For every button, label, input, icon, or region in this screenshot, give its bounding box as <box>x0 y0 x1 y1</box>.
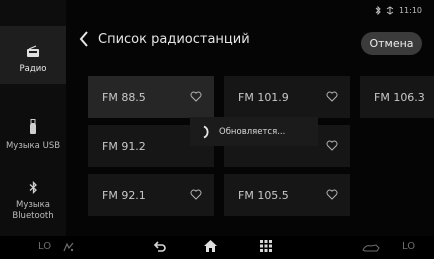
status-bar: 11:10 <box>375 6 422 15</box>
station-frequency: FM 88.5 <box>102 90 146 104</box>
usb-icon <box>30 119 36 134</box>
radio-icon <box>27 45 39 57</box>
heart-icon[interactable] <box>326 140 338 151</box>
temp-left-label[interactable]: LO <box>38 241 51 252</box>
radio-list-screen: 11:10 Радио Музыка USB Музыка Bluetooth <box>0 0 434 259</box>
back-chevron-icon[interactable] <box>78 30 90 48</box>
station-frequency: FM 106.3 <box>374 90 425 104</box>
station-tile-92-1[interactable]: FM 92.1 <box>88 174 214 216</box>
seat-heat-icon[interactable] <box>362 242 380 252</box>
bluetooth-icon <box>375 6 381 15</box>
home-icon[interactable] <box>203 239 218 253</box>
station-frequency: FM 91.2 <box>102 139 146 153</box>
bottom-bar: LO LO <box>0 236 434 259</box>
sidebar-item-bluetooth[interactable]: Музыка Bluetooth <box>0 178 66 222</box>
temp-right-label[interactable]: LO <box>402 241 415 252</box>
bluetooth-icon <box>29 181 37 194</box>
station-frequency: FM 92.1 <box>102 188 146 202</box>
sidebar-item-label: Музыка Bluetooth <box>12 200 54 221</box>
sidebar-item-usb[interactable]: Музыка USB <box>0 108 66 152</box>
page-title: Список радиостанций <box>98 32 250 47</box>
sidebar: Радио Музыка USB Музыка Bluetooth <box>0 0 66 236</box>
station-tile-101-9[interactable]: FM 101.9 <box>224 76 350 118</box>
loading-spinner-icon <box>203 125 209 138</box>
station-frequency: FM 105.5 <box>238 188 289 202</box>
cancel-button[interactable]: Отмена <box>361 32 422 55</box>
heart-icon[interactable] <box>326 189 338 200</box>
back-icon[interactable] <box>153 240 167 253</box>
fan-icon[interactable] <box>62 241 75 253</box>
clock: 11:10 <box>398 6 422 15</box>
sidebar-item-label: Радио <box>19 64 47 74</box>
station-tile-88-5[interactable]: FM 88.5 <box>88 76 214 118</box>
sidebar-item-label: Музыка USB <box>5 141 61 151</box>
apps-icon[interactable] <box>260 240 272 252</box>
toast-text: Обновляется... <box>219 126 286 137</box>
heart-icon[interactable] <box>326 91 338 102</box>
updating-toast: Обновляется... <box>190 117 318 146</box>
heart-icon[interactable] <box>190 189 202 200</box>
station-tile-106-3[interactable]: FM 106.3 <box>360 76 434 118</box>
station-frequency: FM 101.9 <box>238 90 289 104</box>
sync-icon <box>386 6 394 15</box>
heart-icon[interactable] <box>190 91 202 102</box>
sidebar-item-radio[interactable]: Радио <box>0 26 66 84</box>
station-tile-105-5[interactable]: FM 105.5 <box>224 174 350 216</box>
